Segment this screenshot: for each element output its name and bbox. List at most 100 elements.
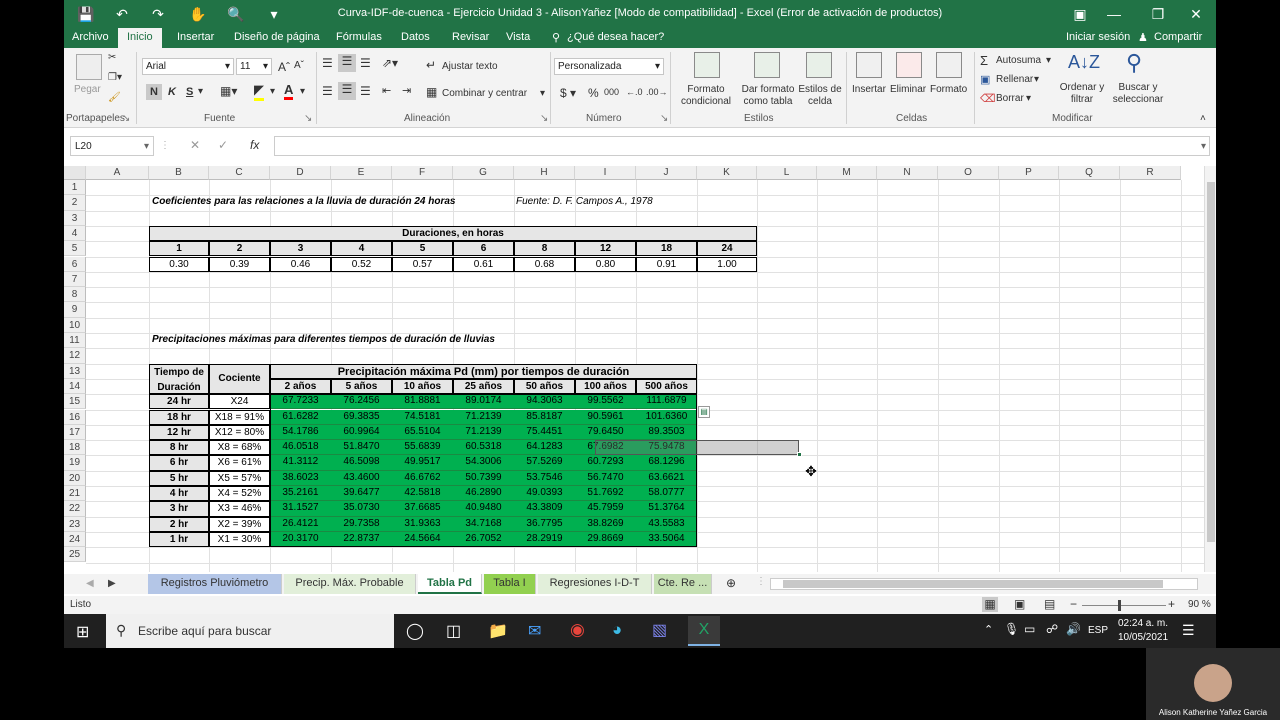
sheet-tab[interactable]: Registros Pluviómetro — [148, 574, 282, 594]
row-header[interactable]: 10 — [64, 317, 86, 333]
precip-value-cell[interactable]: 40.9480 — [453, 501, 514, 517]
row-header[interactable]: 22 — [64, 501, 86, 517]
wrap-text-button[interactable]: Ajustar texto — [442, 61, 498, 72]
fill-icon[interactable]: ▣ — [980, 73, 990, 86]
column-header[interactable]: H — [514, 166, 575, 180]
insert-cells-button[interactable]: Insertar — [852, 84, 886, 95]
row-header[interactable]: 12 — [64, 348, 86, 364]
precip-value-cell[interactable]: 71.2139 — [453, 409, 514, 425]
merge-center-icon[interactable]: ▦ — [426, 85, 437, 99]
percent-icon[interactable]: % — [588, 86, 599, 100]
sheet-tab[interactable]: Tabla I — [484, 574, 536, 594]
fill-color-dropdown-icon[interactable]: ▾ — [270, 86, 275, 97]
precip-value-cell[interactable]: 22.8737 — [331, 531, 392, 548]
precip-value-cell[interactable]: 94.3063 — [514, 394, 575, 410]
cell-styles-button[interactable]: Estilos de celda — [796, 84, 844, 108]
font-size-select[interactable]: 11 ▾ — [236, 58, 272, 75]
period-header[interactable]: 100 años — [575, 378, 636, 395]
precip-value-cell[interactable]: 38.6023 — [270, 470, 331, 486]
precip-value-cell[interactable]: 101.6360 — [636, 409, 697, 425]
number-launcher-icon[interactable]: ↘ — [660, 113, 668, 124]
row-header[interactable]: 23 — [64, 516, 86, 532]
column-header[interactable]: K — [697, 166, 757, 180]
cociente-cell[interactable]: X18 = 91% — [209, 409, 270, 425]
duration-header-cell[interactable]: 6 — [453, 241, 514, 257]
signin-link[interactable]: Iniciar sesión — [1066, 31, 1130, 43]
source-note[interactable]: Fuente: D. F. Campos A., 1978 — [516, 195, 716, 210]
zoom-out-icon[interactable]: − — [1070, 597, 1077, 611]
horizontal-scrollbar[interactable] — [770, 578, 1198, 590]
row-header[interactable]: 11 — [64, 333, 86, 349]
orientation-icon[interactable]: ⇗▾ — [382, 56, 398, 70]
header-cociente[interactable]: Cociente — [209, 363, 270, 395]
grow-font-icon[interactable]: Aˆ — [278, 60, 290, 74]
row-header[interactable]: 8 — [64, 287, 86, 303]
precip-value-cell[interactable]: 41.3112 — [270, 455, 331, 471]
tell-me-input[interactable]: ¿Qué desea hacer? — [567, 31, 664, 43]
precip-value-cell[interactable]: 31.9363 — [392, 516, 453, 532]
duration-label[interactable]: 5 hr — [149, 470, 209, 486]
sheet-tab[interactable]: Regresiones I-D-T — [538, 574, 652, 594]
column-header[interactable]: Q — [1059, 166, 1120, 180]
horizontal-scroll-thumb[interactable] — [783, 580, 1163, 588]
duration-label[interactable]: 12 hr — [149, 424, 209, 441]
teams-icon[interactable]: ▧ — [652, 620, 667, 640]
cociente-cell[interactable]: X5 = 57% — [209, 470, 270, 486]
align-middle-icon[interactable]: ☰ — [338, 54, 356, 72]
notifications-icon[interactable]: ☰ — [1182, 622, 1195, 639]
coef-cell[interactable]: 0.61 — [453, 256, 514, 272]
duration-header-cell[interactable]: 4 — [331, 241, 392, 257]
period-header[interactable]: 2 años — [270, 378, 331, 395]
header-tiempo-duracion[interactable]: Tiempo de Duración — [149, 363, 209, 395]
row-header[interactable]: 15 — [64, 394, 86, 410]
duration-label[interactable]: 18 hr — [149, 409, 209, 425]
duration-header-cell[interactable]: 2 — [209, 241, 270, 257]
duration-header-cell[interactable]: 5 — [392, 241, 453, 257]
row-header[interactable]: 4 — [64, 225, 86, 242]
duration-header-cell[interactable]: 3 — [270, 241, 331, 257]
precip-value-cell[interactable]: 43.3809 — [514, 501, 575, 517]
coef-cell[interactable]: 0.46 — [270, 256, 331, 272]
precip-value-cell[interactable]: 46.5098 — [331, 455, 392, 471]
underline-dropdown-icon[interactable]: ▾ — [198, 86, 203, 97]
column-header[interactable]: P — [999, 166, 1059, 180]
name-box[interactable]: L20 ▾ — [70, 136, 154, 156]
align-left-icon[interactable]: ☰ — [322, 84, 333, 98]
period-header[interactable]: 5 años — [331, 378, 392, 395]
autosum-icon[interactable]: Σ — [980, 53, 988, 68]
tab-archivo[interactable]: Archivo — [72, 31, 109, 43]
align-top-icon[interactable]: ☰ — [322, 56, 333, 70]
precip-value-cell[interactable]: 58.0777 — [636, 486, 697, 502]
coef-cell[interactable]: 0.80 — [575, 256, 636, 272]
font-color-dropdown-icon[interactable]: ▾ — [300, 86, 305, 97]
clear-icon[interactable]: ⌫ — [980, 92, 996, 105]
tray-chevron-icon[interactable]: ⌃ — [984, 623, 993, 636]
duration-header-cell[interactable]: 24 — [697, 241, 757, 257]
column-header[interactable]: R — [1120, 166, 1181, 180]
duration-label[interactable]: 3 hr — [149, 501, 209, 517]
scroll-tabs-right-icon[interactable]: ▶ — [108, 578, 116, 589]
precip-value-cell[interactable]: 65.5104 — [392, 424, 453, 441]
align-center-icon[interactable]: ☰ — [338, 82, 356, 100]
zoom-level[interactable]: 90 % — [1188, 599, 1211, 610]
alignment-launcher-icon[interactable]: ↘ — [540, 113, 548, 124]
delete-cells-button[interactable]: Eliminar — [890, 84, 926, 95]
row-header[interactable]: 16 — [64, 409, 86, 425]
wrap-text-icon[interactable]: ↵ — [426, 58, 436, 72]
row-header[interactable]: 1 — [64, 180, 86, 196]
align-right-icon[interactable]: ☰ — [360, 84, 371, 98]
column-header[interactable]: L — [757, 166, 817, 180]
precip-value-cell[interactable]: 39.6477 — [331, 486, 392, 502]
precip-value-cell[interactable]: 76.2456 — [331, 394, 392, 410]
tab-vista[interactable]: Vista — [506, 31, 530, 43]
row-header[interactable]: 24 — [64, 531, 86, 548]
copy-icon[interactable]: ❐▾ — [108, 72, 122, 83]
currency-icon[interactable]: $ ▾ — [560, 86, 576, 100]
task-view-icon[interactable]: ◫ — [446, 621, 461, 641]
column-header[interactable]: O — [938, 166, 999, 180]
duration-label[interactable]: 24 hr — [149, 394, 209, 410]
align-bottom-icon[interactable]: ☰ — [360, 56, 371, 70]
column-header[interactable]: F — [392, 166, 453, 180]
row-header[interactable]: 18 — [64, 440, 86, 456]
fill-button[interactable]: Rellenar — [996, 74, 1033, 85]
